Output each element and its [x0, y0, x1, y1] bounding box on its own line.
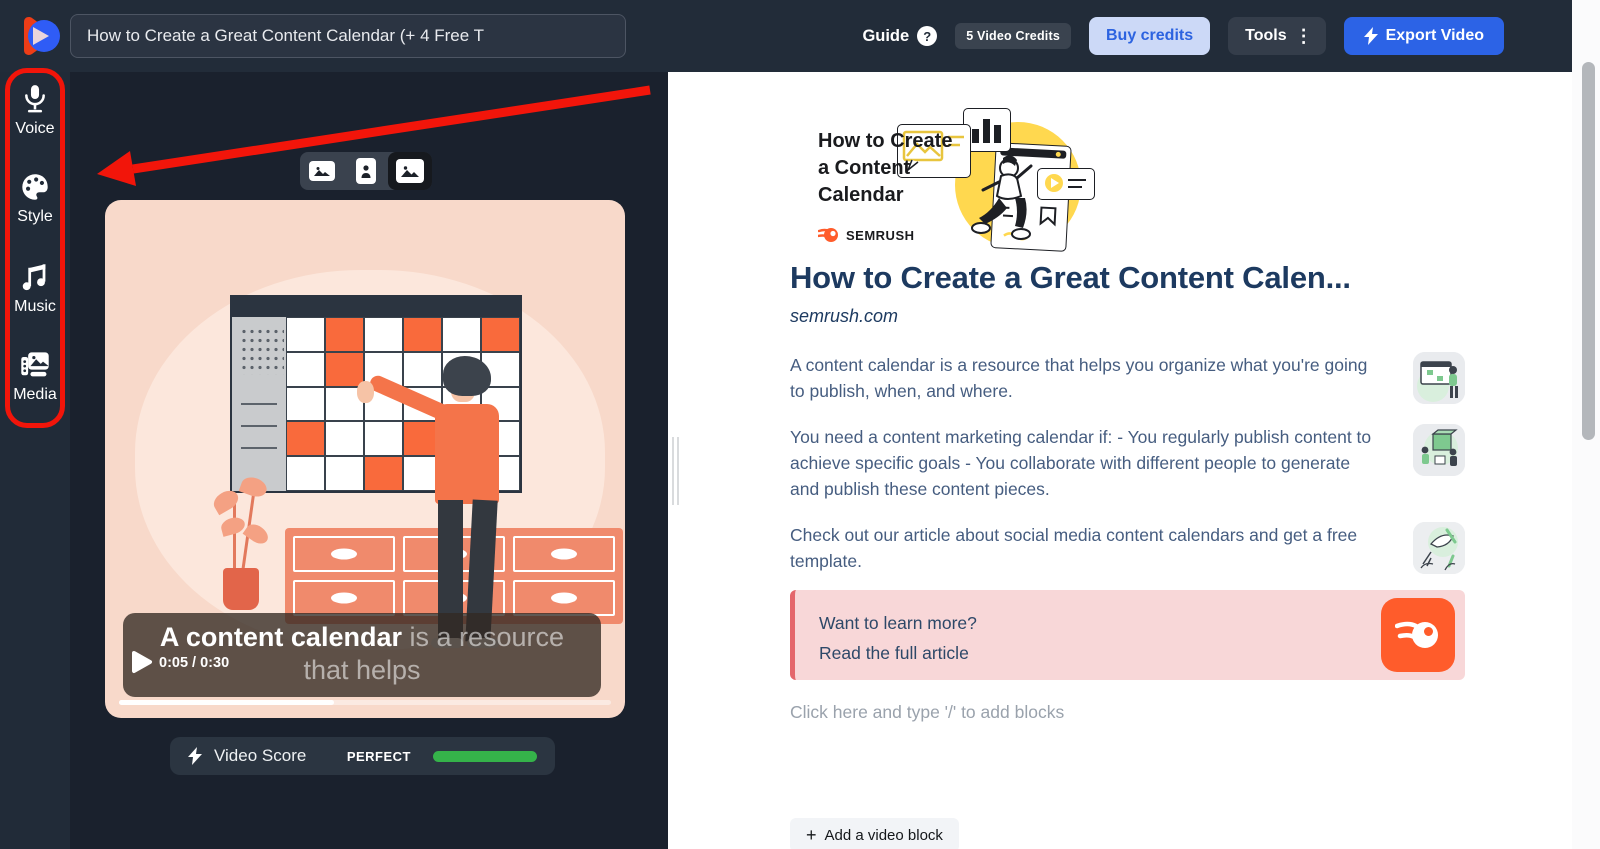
video-score-value: PERFECT: [347, 749, 411, 764]
featured-title-line1: How to Create: [818, 128, 952, 155]
lightning-icon: [188, 747, 202, 765]
add-blocks-placeholder[interactable]: Click here and type '/' to add blocks: [790, 702, 1064, 723]
script-block-3: Check out our article about social media…: [790, 522, 1465, 574]
script-text-1[interactable]: A content calendar is a resource that he…: [790, 352, 1380, 404]
video-progress-fill: [119, 700, 334, 705]
callout-line2[interactable]: Read the full article: [819, 638, 977, 668]
video-score-bar[interactable]: Video Score PERFECT: [170, 737, 555, 775]
video-score-meter: [433, 751, 537, 762]
video-credits-badge: 5 Video Credits: [955, 23, 1071, 49]
guide-label: Guide: [862, 27, 909, 46]
aspect-landscape-button[interactable]: [300, 152, 344, 190]
sidebar-label-voice: Voice: [0, 120, 70, 138]
media-icon: [19, 350, 51, 380]
plus-icon: +: [806, 826, 817, 844]
scene-thumbnail-3[interactable]: [1413, 522, 1465, 574]
microphone-icon: [21, 84, 49, 114]
caption-highlight: A content calendar: [160, 622, 402, 652]
help-icon[interactable]: ?: [917, 26, 937, 46]
add-video-block-label: Add a video block: [825, 827, 943, 844]
page-scrollbar: [1572, 0, 1600, 849]
semrush-logo-icon: [818, 226, 840, 244]
sidebar-item-media[interactable]: Media: [0, 350, 70, 404]
left-sidebar: Voice Style Music: [0, 72, 70, 849]
project-title-input[interactable]: [70, 14, 626, 58]
guide-button[interactable]: Guide ?: [862, 26, 937, 46]
music-note-icon: [21, 262, 49, 292]
lightning-icon: [1364, 27, 1378, 45]
aspect-portrait-button[interactable]: [344, 152, 388, 190]
script-title[interactable]: How to Create a Great Content Calen...: [790, 260, 1465, 296]
script-text-3[interactable]: Check out our article about social media…: [790, 522, 1380, 574]
landscape-image-icon: [309, 161, 335, 181]
tools-button[interactable]: Tools ⋮: [1228, 17, 1325, 55]
script-text-2[interactable]: You need a content marketing calendar if…: [790, 424, 1380, 502]
sidebar-label-style: Style: [0, 208, 70, 226]
scene-thumbnail-2[interactable]: [1413, 424, 1465, 476]
featured-image[interactable]: How to Create a Content Calendar SEMRUSH: [805, 108, 1095, 258]
sidebar-item-style[interactable]: Style: [0, 172, 70, 226]
tools-label: Tools: [1245, 27, 1286, 45]
aspect-ratio-toggle: [300, 152, 432, 190]
subtitle-overlay[interactable]: A content calendar is a resource that he…: [123, 613, 601, 697]
caption-rest: is a resource: [402, 622, 564, 652]
palette-icon: [20, 172, 50, 202]
pictory-logo-icon[interactable]: [16, 13, 62, 59]
export-video-button[interactable]: Export Video: [1344, 17, 1504, 55]
featured-title-line2: a Content: [818, 155, 952, 182]
semrush-tile-icon: [1381, 598, 1455, 672]
video-preview-panel: A content calendar is a resource that he…: [70, 72, 668, 849]
video-progress-bar[interactable]: [119, 700, 611, 705]
add-video-block-button[interactable]: + Add a video block: [790, 818, 959, 849]
export-label: Export Video: [1386, 27, 1484, 45]
scene-thumbnail-1[interactable]: [1413, 352, 1465, 404]
video-canvas[interactable]: A content calendar is a resource that he…: [105, 200, 625, 718]
featured-title-line3: Calendar: [818, 182, 952, 209]
kebab-menu-icon: ⋮: [1295, 27, 1313, 45]
top-bar: Guide ? 5 Video Credits Buy credits Tool…: [0, 0, 1572, 72]
script-block-1: A content calendar is a resource that he…: [790, 352, 1465, 404]
playback-time: 0:05 / 0:30: [159, 655, 229, 671]
sidebar-item-voice[interactable]: Voice: [0, 84, 70, 138]
portrait-person-icon: [356, 158, 376, 184]
callout-line1: Want to learn more?: [819, 608, 977, 638]
sidebar-label-media: Media: [0, 386, 70, 404]
storyboard-panel: How to Create a Content Calendar SEMRUSH…: [668, 72, 1572, 849]
featured-brand-name: SEMRUSH: [846, 228, 915, 243]
aspect-wide-button-selected[interactable]: [388, 152, 432, 190]
sidebar-label-music: Music: [0, 298, 70, 316]
scrollbar-thumb[interactable]: [1582, 62, 1595, 440]
play-button[interactable]: [130, 650, 154, 679]
featured-person-doodle: [963, 152, 1053, 252]
learn-more-callout[interactable]: Want to learn more? Read the full articl…: [790, 590, 1465, 680]
script-block-2: You need a content marketing calendar if…: [790, 424, 1465, 502]
buy-credits-button[interactable]: Buy credits: [1089, 17, 1210, 55]
wide-image-icon: [396, 159, 424, 183]
video-score-label: Video Score: [214, 746, 306, 766]
source-domain: semrush.com: [790, 306, 898, 327]
sidebar-item-music[interactable]: Music: [0, 262, 70, 316]
panel-resize-handle[interactable]: [672, 437, 679, 505]
